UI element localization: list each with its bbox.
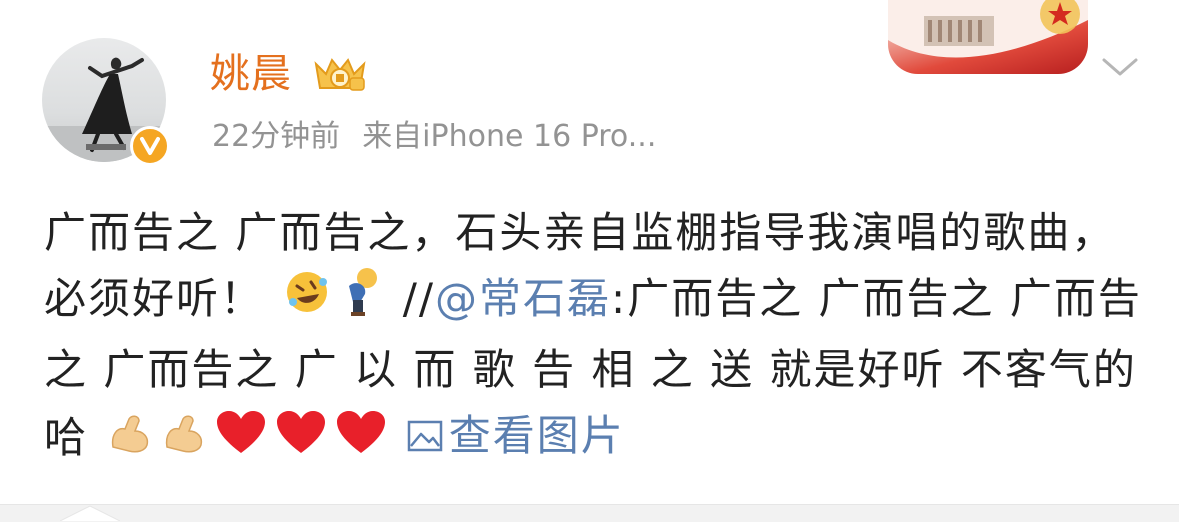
repost-prefix: // bbox=[387, 274, 436, 323]
red-heart-emoji bbox=[215, 408, 267, 474]
flexed-biceps-emoji bbox=[161, 408, 207, 474]
verified-v-icon bbox=[140, 137, 160, 155]
image-icon bbox=[407, 420, 442, 452]
red-heart-emoji bbox=[275, 408, 327, 474]
view-image-label: 查看图片 bbox=[448, 411, 625, 460]
username[interactable]: 姚晨 bbox=[210, 44, 292, 104]
mention-link[interactable]: @常石磊 bbox=[435, 274, 611, 323]
red-heart-emoji bbox=[335, 408, 387, 474]
post-header: 姚晨 22分钟前 来自iPhone 16 Pro... bbox=[0, 0, 1179, 185]
vip-crown-badge-icon[interactable] bbox=[312, 50, 368, 94]
post-time: 22分钟前 bbox=[212, 119, 341, 154]
flexed-biceps-emoji bbox=[107, 408, 153, 474]
divider-notch bbox=[60, 505, 120, 521]
post-source[interactable]: 来自iPhone 16 Pro... bbox=[362, 119, 656, 154]
post-meta: 22分钟前 来自iPhone 16 Pro... bbox=[212, 112, 656, 162]
view-image-link[interactable]: 查看图片 bbox=[407, 403, 625, 469]
post-divider bbox=[0, 504, 1179, 522]
rolling-laugh-emoji bbox=[283, 268, 331, 335]
decorative-banner-image bbox=[888, 0, 1088, 74]
post-body: 广而告之 广而告之，石头亲自监棚指导我演唱的歌曲，必须好听！ //@常石磊:广而… bbox=[44, 200, 1144, 474]
bowing-person-emoji bbox=[339, 266, 383, 337]
verified-badge bbox=[130, 126, 170, 166]
decorative-banner bbox=[888, 0, 1088, 74]
chevron-down-icon[interactable] bbox=[1100, 52, 1140, 80]
